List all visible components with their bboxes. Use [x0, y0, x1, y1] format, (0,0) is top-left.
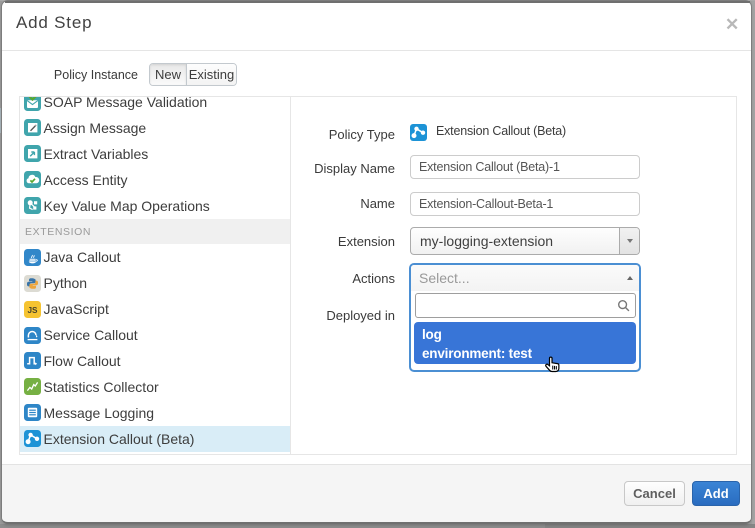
svg-text:JS: JS — [27, 306, 38, 315]
